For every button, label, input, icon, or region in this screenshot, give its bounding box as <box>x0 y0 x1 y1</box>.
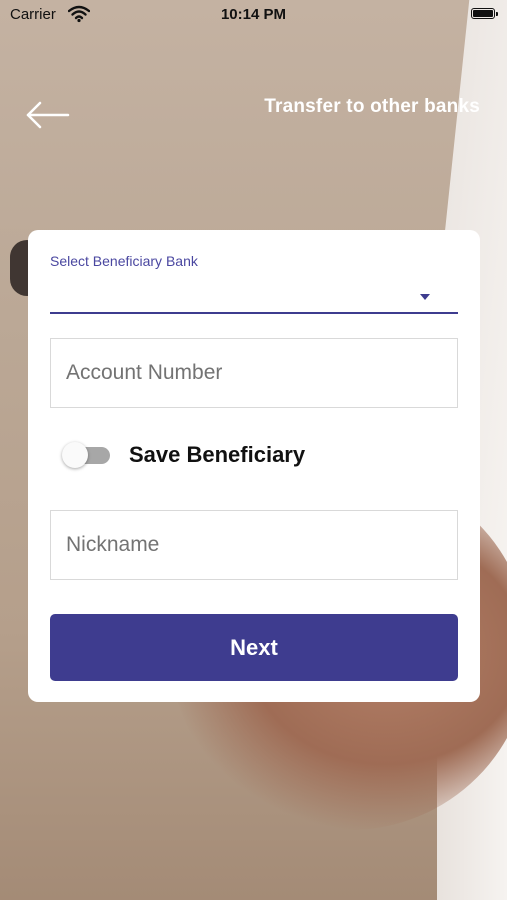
battery-icon <box>471 8 498 19</box>
back-button[interactable] <box>24 98 72 132</box>
next-button[interactable]: Next <box>50 614 458 681</box>
beneficiary-bank-label: Select Beneficiary Bank <box>50 253 198 269</box>
chevron-down-icon <box>420 294 430 300</box>
save-beneficiary-row: Save Beneficiary <box>62 434 442 470</box>
account-number-input[interactable] <box>50 338 458 408</box>
page-title: Transfer to other banks <box>264 96 480 117</box>
save-beneficiary-label: Save Beneficiary <box>129 442 306 467</box>
status-bar: Carrier 10:14 PM <box>0 0 507 30</box>
nickname-input[interactable] <box>50 510 458 580</box>
toggle-thumb <box>62 442 88 468</box>
beneficiary-bank-select[interactable]: Select Beneficiary Bank <box>50 250 458 314</box>
save-beneficiary-toggle[interactable] <box>62 440 112 468</box>
status-time: 10:14 PM <box>220 6 287 23</box>
transfer-form-card: Select Beneficiary Bank Save Beneficiary… <box>28 230 480 702</box>
arrow-left-icon <box>26 101 70 129</box>
